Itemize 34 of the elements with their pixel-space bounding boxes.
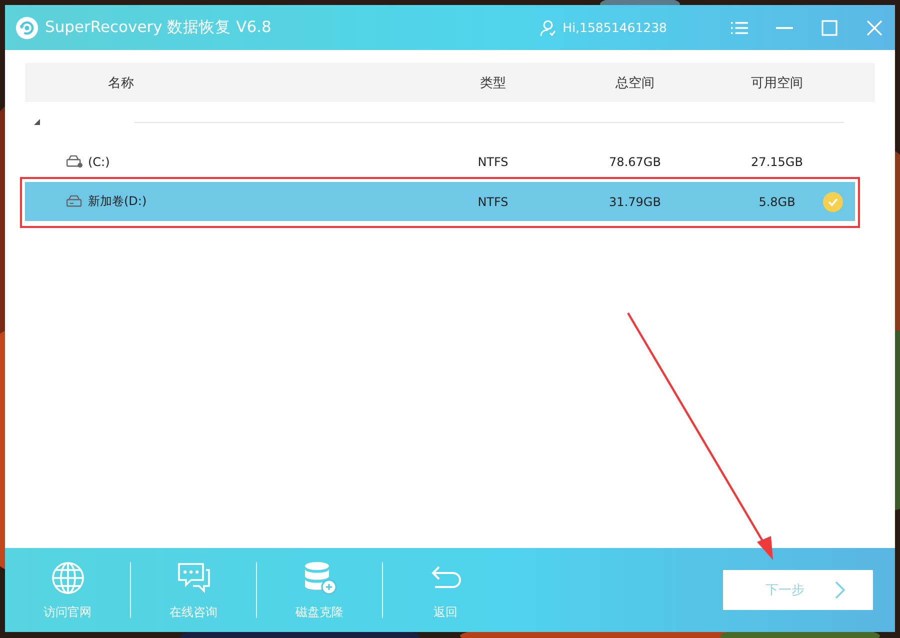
maximize-icon[interactable]: [821, 20, 838, 36]
table-cell-text: NTFS: [476, 194, 510, 208]
chat-icon: [176, 561, 210, 595]
toolbar-button[interactable]: 返回: [383, 555, 508, 625]
column-header: 可用空间: [750, 74, 804, 92]
menu-icon[interactable]: [731, 20, 748, 36]
toolbar-button[interactable]: 在线咨询: [131, 555, 256, 625]
user-name[interactable]: Hi,15851461238: [562, 20, 667, 35]
database-icon: [302, 561, 336, 595]
user-icon[interactable]: [538, 18, 557, 36]
column-header: 名称: [107, 74, 135, 92]
drive-row[interactable]: (C:) NTFS 78.67GB 27.15GB: [25, 142, 855, 181]
globe-icon: [50, 561, 84, 595]
drive-icon: [66, 195, 83, 208]
table-cell-text: 5.8GB: [758, 194, 796, 208]
drive-row[interactable]: 新加卷(D:) NTFS 31.79GB 5.8GB: [25, 182, 855, 221]
expand-icon[interactable]: [34, 119, 40, 125]
table-cell-text: 78.67GB: [608, 154, 662, 168]
toolbar-button[interactable]: 访问官网: [5, 555, 130, 625]
drive-icon: [66, 155, 83, 168]
logo-icon: [15, 16, 39, 40]
table-cell-text: 27.15GB: [750, 154, 804, 168]
column-header: 总空间: [614, 74, 656, 92]
close-icon[interactable]: [866, 20, 883, 36]
column-header: 类型: [479, 74, 507, 92]
table-cell-text: NTFS: [476, 154, 510, 168]
toolbar-button[interactable]: 磁盘克隆: [257, 555, 382, 625]
chevron-icon: [834, 581, 844, 599]
drive-name: (C:): [88, 154, 110, 168]
check-icon: [823, 192, 843, 212]
drive-name: 新加卷(D:): [88, 193, 147, 210]
next-button[interactable]: 下一步: [723, 570, 873, 610]
window-title: SuperRecovery 数据恢复 V6.8: [45, 17, 272, 38]
table-cell-text: 31.79GB: [608, 194, 662, 208]
